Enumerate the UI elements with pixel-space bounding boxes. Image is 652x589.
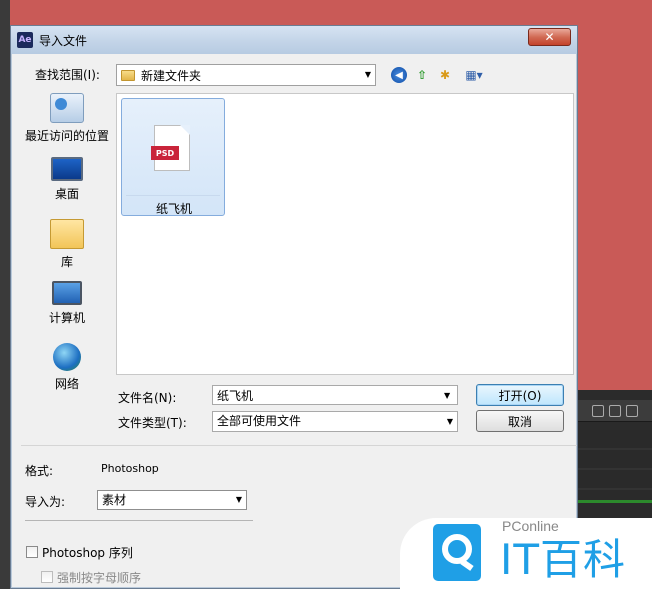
filename-label: 文件名(N): <box>118 391 177 405</box>
place-label: 桌面 <box>54 187 79 201</box>
dialog-title: 导入文件 <box>39 33 88 48</box>
back-icon[interactable]: ◀ <box>391 67 407 83</box>
chevron-down-icon: ▼ <box>364 70 371 79</box>
places-bar: 最近访问的位置 桌面 库 计算机 网络 <box>21 89 113 445</box>
import-as-dropdown[interactable]: 素材 ▼ <box>97 490 247 510</box>
up-folder-icon[interactable]: ⇧ <box>413 66 431 84</box>
network-icon <box>53 343 81 371</box>
chevron-down-icon: ▼ <box>235 495 242 504</box>
filetype-label: 文件类型(T): <box>118 416 187 430</box>
background-timeline-rows <box>578 430 652 500</box>
bg-tool-icon <box>609 404 621 417</box>
psd-file-icon: PSD <box>151 125 190 171</box>
chevron-down-icon: ▼ <box>446 417 453 426</box>
file-item-divider <box>126 195 220 196</box>
place-desktop[interactable]: 桌面 <box>21 157 113 202</box>
filetype-dropdown[interactable]: 全部可使用文件 ▼ <box>212 411 458 432</box>
file-list[interactable]: PSD 纸飞机 <box>116 93 574 375</box>
import-as-value: 素材 <box>102 493 127 507</box>
import-file-dialog: Ae 导入文件 ✕ 查找范围(I): 新建文件夹 ▼ ◀ ⇧ ✱ ▦▾ 最近访问… <box>10 25 578 589</box>
bg-tool-icon <box>626 404 638 417</box>
pconline-watermark: PConline IT百科 <box>400 518 652 589</box>
logo-ring <box>442 534 472 564</box>
background-app-top <box>0 0 652 25</box>
close-button[interactable]: ✕ <box>528 28 571 46</box>
new-folder-icon[interactable]: ✱ <box>436 66 454 84</box>
divider <box>25 520 253 521</box>
place-network[interactable]: 网络 <box>21 343 113 392</box>
watermark-brand: PConline <box>502 518 559 534</box>
logo-tail <box>460 559 474 571</box>
background-toolbar <box>578 400 652 422</box>
bg-tool-icon <box>592 404 604 417</box>
psd-badge: PSD <box>151 146 179 160</box>
cancel-button[interactable]: 取消 <box>476 410 564 432</box>
place-label: 网络 <box>54 377 79 391</box>
dialog-titlebar[interactable]: Ae 导入文件 ✕ <box>11 26 577 54</box>
filetype-value: 全部可使用文件 <box>217 414 302 428</box>
photoshop-sequence-label[interactable]: Photoshop 序列 <box>42 544 133 561</box>
import-as-label: 导入为: <box>25 495 66 509</box>
pconline-logo-icon <box>433 524 481 581</box>
lookin-value: 新建文件夹 <box>141 68 202 83</box>
file-name: 纸飞机 <box>155 202 192 216</box>
background-timeline-bar <box>578 500 652 503</box>
recent-places-icon <box>50 93 84 123</box>
open-button[interactable]: 打开(O) <box>476 384 564 406</box>
library-icon <box>50 219 84 249</box>
background-app-left-edge <box>0 0 10 589</box>
lookin-dropdown[interactable]: 新建文件夹 ▼ <box>116 64 376 86</box>
divider <box>21 445 577 446</box>
place-recent[interactable]: 最近访问的位置 <box>21 93 113 144</box>
place-computer[interactable]: 计算机 <box>21 281 113 326</box>
after-effects-app-icon: Ae <box>17 32 33 48</box>
view-menu-icon[interactable]: ▦▾ <box>461 66 487 84</box>
filename-field[interactable] <box>212 385 458 405</box>
folder-icon <box>121 69 135 81</box>
format-label: 格式: <box>25 464 54 478</box>
desktop-icon <box>51 157 83 181</box>
place-library[interactable]: 库 <box>21 219 113 270</box>
format-value: Photoshop <box>101 462 159 475</box>
place-label: 最近访问的位置 <box>24 129 109 143</box>
lookin-label: 查找范围(I): <box>35 68 100 82</box>
photoshop-sequence-checkbox[interactable] <box>26 546 38 558</box>
computer-icon <box>52 281 82 305</box>
place-label: 库 <box>60 255 73 269</box>
force-alphabetical-checkbox[interactable] <box>41 571 53 583</box>
watermark-name: IT百科 <box>500 535 627 584</box>
file-item[interactable]: PSD 纸飞机 <box>121 98 225 216</box>
force-alphabetical-label[interactable]: 强制按字母顺序 <box>57 569 141 586</box>
place-label: 计算机 <box>48 311 85 325</box>
chevron-down-icon[interactable]: ▼ <box>444 391 450 400</box>
